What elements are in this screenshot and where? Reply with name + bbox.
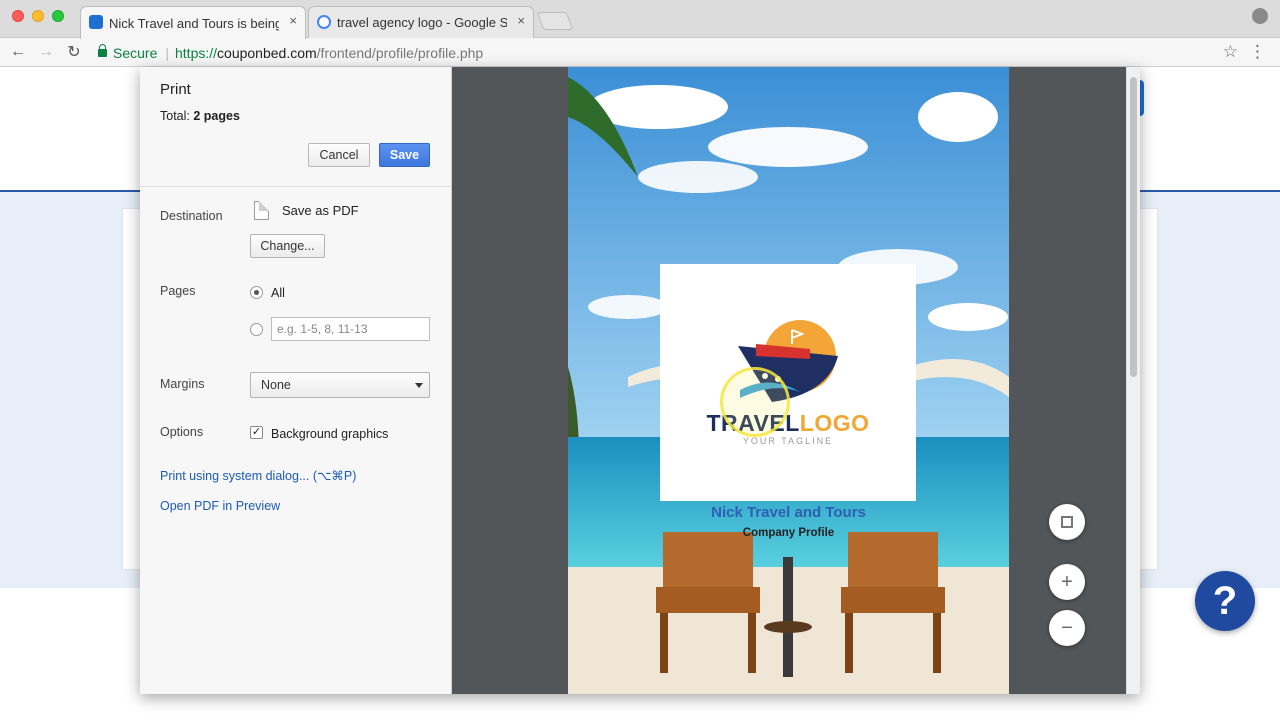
tab-nick-travel[interactable]: Nick Travel and Tours is being ×	[80, 6, 306, 39]
print-title: Print	[160, 81, 191, 98]
company-name: Nick Travel and Tours	[711, 504, 866, 521]
pages-all-radio[interactable]	[250, 286, 263, 299]
help-button[interactable]: ?	[1195, 571, 1255, 631]
tab-close-icon[interactable]: ×	[517, 13, 525, 28]
save-button[interactable]: Save	[379, 143, 430, 167]
pages-label: Pages	[160, 284, 196, 298]
options-label: Options	[160, 425, 204, 439]
fit-to-page-button[interactable]	[1049, 504, 1085, 540]
tab-google-search[interactable]: travel agency logo - Google Se ×	[308, 6, 534, 38]
background-graphics-checkbox[interactable]: ✓	[250, 426, 263, 439]
pdf-file-icon	[254, 201, 269, 220]
tab-strip: Nick Travel and Tours is being × travel …	[0, 0, 1280, 39]
scrollbar-thumb[interactable]	[1130, 77, 1137, 377]
logo-wordmark: TRAVELLOGO	[660, 410, 916, 437]
site-favicon-icon	[89, 15, 103, 29]
zoom-window-button[interactable]	[52, 10, 64, 22]
print-preview-area[interactable]: TRAVELLOGO YOUR TAGLINE Nick Travel and …	[452, 67, 1140, 694]
print-dialog: Print Total: 2 pages Cancel Save Destina…	[140, 67, 1140, 694]
preview-scrollbar[interactable]	[1126, 67, 1140, 694]
profile-icon[interactable]	[1252, 8, 1268, 24]
destination-value: Save as PDF	[282, 203, 359, 218]
fit-to-page-icon	[1061, 516, 1073, 528]
cancel-button[interactable]: Cancel	[308, 143, 370, 167]
total-pages: Total: 2 pages	[160, 109, 240, 123]
tab-close-icon[interactable]: ×	[289, 13, 297, 28]
new-tab-button[interactable]	[536, 12, 574, 30]
destination-label: Destination	[160, 209, 223, 223]
pdf-page-preview: TRAVELLOGO YOUR TAGLINE Nick Travel and …	[568, 67, 1009, 694]
print-header: Print Total: 2 pages Cancel Save	[140, 67, 451, 187]
reload-icon[interactable]: ↻	[64, 42, 84, 62]
margins-value: None	[261, 378, 291, 392]
open-pdf-preview-link[interactable]: Open PDF in Preview	[160, 499, 280, 513]
logo-tagline: YOUR TAGLINE	[742, 436, 834, 446]
url-scheme: https://	[175, 44, 218, 61]
cursor-highlight	[720, 367, 790, 437]
back-arrow-icon[interactable]: ←	[8, 42, 28, 62]
zoom-in-button[interactable]: +	[1049, 564, 1085, 600]
bookmark-star-icon[interactable]: ☆	[1223, 42, 1238, 62]
address-bar[interactable]: Secure | https://couponbed.com/frontend/…	[94, 41, 1214, 64]
pages-range-input[interactable]	[271, 317, 430, 341]
pages-custom-radio[interactable]	[250, 323, 263, 336]
tab-title: travel agency logo - Google Se	[337, 15, 507, 30]
background-graphics-label[interactable]: Background graphics	[271, 427, 388, 441]
print-settings-sidebar: Print Total: 2 pages Cancel Save Destina…	[140, 67, 452, 694]
margins-label: Margins	[160, 377, 205, 391]
total-value: 2 pages	[193, 109, 240, 123]
logo-card: TRAVELLOGO YOUR TAGLINE	[660, 264, 916, 501]
margins-select[interactable]: None	[250, 372, 430, 398]
close-window-button[interactable]	[12, 10, 24, 22]
url-host: couponbed.com	[217, 44, 317, 61]
company-subtitle: Company Profile	[742, 527, 835, 539]
secure-label: Secure	[113, 44, 158, 61]
url-path: /frontend/profile/profile.php	[316, 44, 484, 61]
lock-icon	[98, 43, 107, 57]
omnibox-divider: |	[165, 44, 169, 61]
chevron-down-icon	[415, 383, 423, 388]
google-favicon-icon	[317, 15, 331, 29]
total-label: Total:	[160, 109, 190, 123]
forward-arrow-icon[interactable]: →	[36, 42, 56, 62]
logo-word-logo: LOGO	[799, 410, 870, 436]
zoom-out-button[interactable]: −	[1049, 610, 1085, 646]
change-destination-button[interactable]: Change...	[250, 234, 325, 258]
tab-title: Nick Travel and Tours is being	[109, 15, 279, 31]
pages-all-label[interactable]: All	[271, 286, 285, 300]
minimize-window-button[interactable]	[32, 10, 44, 22]
browser-menu-icon[interactable]: ⋮	[1249, 42, 1266, 62]
system-dialog-link[interactable]: Print using system dialog... (⌥⌘P)	[160, 468, 356, 483]
browser-toolbar: ← → ↻ Secure | https://couponbed.com/fro…	[0, 38, 1280, 67]
travel-logo-icon	[738, 320, 838, 402]
